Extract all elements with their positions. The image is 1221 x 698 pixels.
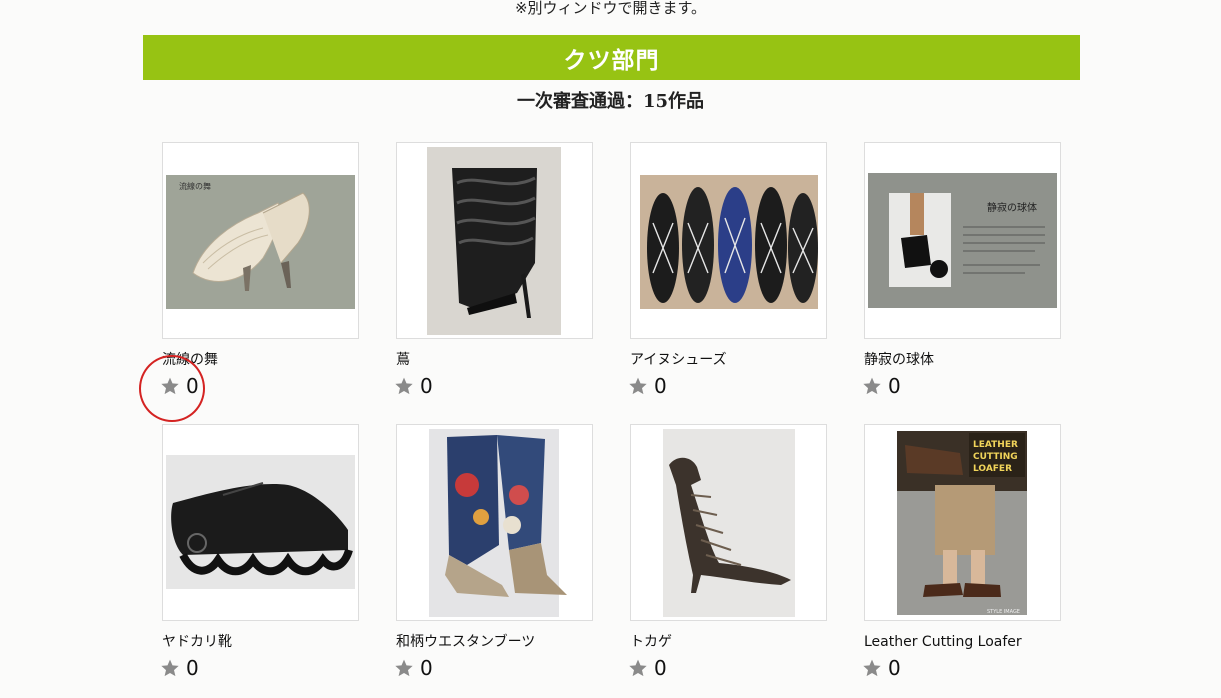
star-icon[interactable] — [394, 658, 414, 678]
star-icon[interactable] — [862, 658, 882, 678]
vote-row[interactable]: 0 — [394, 374, 593, 398]
entry-thumbnail[interactable]: 流線の舞 — [162, 142, 359, 339]
entry-thumbnail[interactable] — [396, 424, 593, 621]
svg-text:LEATHER: LEATHER — [973, 440, 1018, 450]
vote-count: 0 — [888, 374, 901, 398]
svg-text:LOAFER: LOAFER — [973, 464, 1012, 474]
entry-image: LEATHER CUTTING LOAFER STYLE IMAGE — [897, 431, 1027, 615]
entry-title[interactable]: 蔦 — [396, 352, 593, 368]
entry-thumbnail[interactable] — [162, 424, 359, 621]
vote-count: 0 — [654, 656, 667, 680]
section-banner: クツ部門 — [143, 35, 1080, 80]
open-new-window-note: ※別ウィンドウで開きます。 — [514, 0, 707, 17]
highlight-circle — [139, 355, 205, 422]
entry-image — [640, 175, 818, 309]
entry-thumbnail[interactable] — [396, 142, 593, 339]
entry-title[interactable]: トカゲ — [630, 634, 827, 650]
vote-count: 0 — [888, 656, 901, 680]
vote-count: 0 — [186, 656, 199, 680]
entry-thumbnail[interactable] — [630, 424, 827, 621]
entry-card: アイヌシューズ 0 — [628, 142, 827, 409]
section-title: クツ部門 — [563, 47, 660, 74]
vote-row[interactable]: 0 — [628, 374, 827, 398]
entry-image-caption: STYLE IMAGE — [987, 609, 1020, 615]
section-subtitle: 一次審査通過：15作品 — [516, 91, 705, 112]
vote-row[interactable]: 0 — [862, 374, 1061, 398]
svg-text:CUTTING: CUTTING — [973, 452, 1018, 462]
entry-image-label: 流線の舞 — [179, 181, 211, 191]
star-icon[interactable] — [862, 376, 882, 396]
entry-title[interactable]: 和柄ウエスタンブーツ — [396, 634, 593, 650]
entry-title[interactable]: アイヌシューズ — [630, 352, 827, 368]
entry-image — [166, 455, 355, 589]
entry-card: 和柄ウエスタンブーツ 0 — [394, 424, 593, 691]
entry-image: 静寂の球体 — [868, 173, 1057, 308]
star-icon[interactable] — [628, 658, 648, 678]
entry-image — [429, 429, 567, 617]
entry-card: LEATHER CUTTING LOAFER STYLE IMAGE Leath… — [862, 424, 1061, 691]
entry-image — [663, 429, 795, 617]
entry-title[interactable]: ヤドカリ靴 — [162, 634, 359, 650]
vote-row[interactable]: 0 — [862, 656, 1061, 680]
entry-title[interactable]: 静寂の球体 — [864, 352, 1061, 368]
entry-image: 流線の舞 — [166, 175, 355, 309]
vote-count: 0 — [654, 374, 667, 398]
star-icon[interactable] — [628, 376, 648, 396]
entry-card: ヤドカリ靴 0 — [160, 424, 359, 691]
entry-thumbnail[interactable]: 静寂の球体 — [864, 142, 1061, 339]
entry-grid: 流線の舞 流線の舞 0 蔦 0 アイヌシューズ 0 静寂の球体 静寂の球体 0 … — [160, 142, 1061, 691]
vote-row[interactable]: 0 — [394, 656, 593, 680]
entry-image — [427, 147, 561, 335]
entry-title[interactable]: Leather Cutting Loafer — [864, 634, 1061, 650]
entry-card: トカゲ 0 — [628, 424, 827, 691]
vote-row[interactable]: 0 — [160, 656, 359, 680]
entry-thumbnail[interactable] — [630, 142, 827, 339]
entry-card: 静寂の球体 静寂の球体 0 — [862, 142, 1061, 409]
star-icon[interactable] — [160, 658, 180, 678]
star-icon[interactable] — [394, 376, 414, 396]
entry-thumbnail[interactable]: LEATHER CUTTING LOAFER STYLE IMAGE — [864, 424, 1061, 621]
vote-count: 0 — [420, 656, 433, 680]
vote-row[interactable]: 0 — [628, 656, 827, 680]
entry-card: 蔦 0 — [394, 142, 593, 409]
entry-image-label: 静寂の球体 — [987, 201, 1037, 214]
vote-count: 0 — [420, 374, 433, 398]
